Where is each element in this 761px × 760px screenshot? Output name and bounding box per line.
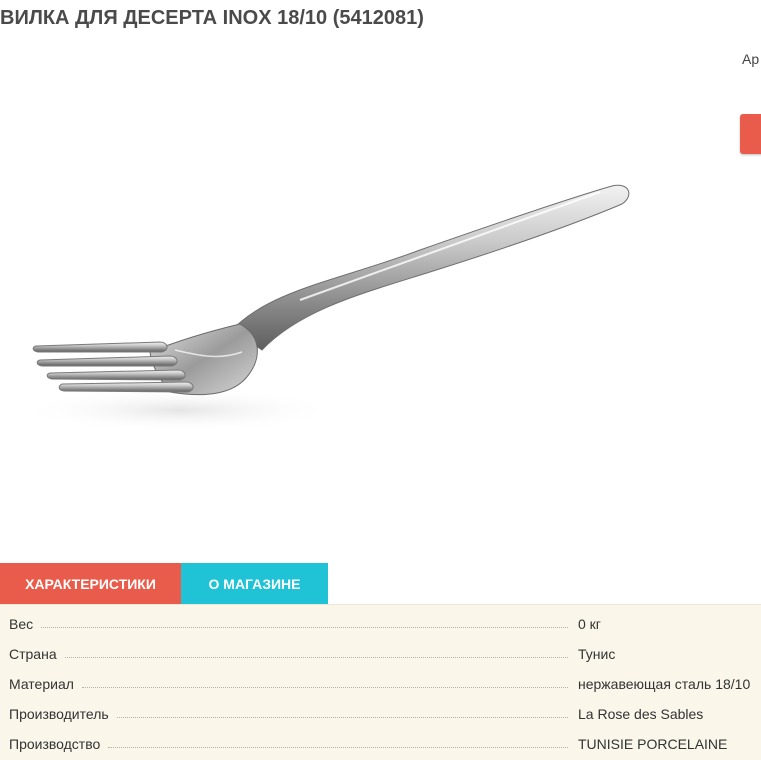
spec-value: TUNISIE PORCELAINE <box>578 736 728 752</box>
spec-label: Страна <box>9 646 57 662</box>
product-image <box>20 184 630 432</box>
dotted-leader <box>41 626 568 628</box>
dotted-leader <box>64 656 568 658</box>
spec-label: Производство <box>9 736 101 752</box>
dotted-leader <box>116 716 568 718</box>
spec-row-country: Страна Тунис <box>0 639 761 669</box>
spec-row-production: Производство TUNISIE PORCELAINE <box>0 729 761 759</box>
dotted-leader <box>108 746 568 748</box>
sku-label: Ар <box>742 51 760 67</box>
spec-row-material: Материал нержавеющая сталь 18/10 <box>0 669 761 699</box>
spec-value: нержавеющая сталь 18/10 <box>578 676 751 692</box>
product-title: ВИЛКА ДЛЯ ДЕСЕРТА INOX 18/10 (5412081) <box>0 7 424 29</box>
spec-row-weight: Вес 0 кг <box>0 609 761 639</box>
tab-about-shop[interactable]: О МАГАЗИНЕ <box>181 563 328 604</box>
spec-row-manufacturer: Производитель La Rose des Sables <box>0 699 761 729</box>
add-to-cart-button[interactable] <box>740 114 761 154</box>
spec-label: Вес <box>9 616 34 632</box>
spec-value: La Rose des Sables <box>578 706 704 722</box>
dotted-leader <box>81 686 568 688</box>
spec-label: Материал <box>9 676 74 692</box>
spec-value: 0 кг <box>578 616 601 632</box>
tab-characteristics[interactable]: ХАРАКТЕРИСТИКИ <box>0 563 181 604</box>
spec-value: Тунис <box>578 646 616 662</box>
specs-table: Вес 0 кг Страна Тунис Материал нержавеющ… <box>0 604 761 760</box>
tab-bar: ХАРАКТЕРИСТИКИ О МАГАЗИНЕ <box>0 563 328 604</box>
spec-label: Производитель <box>9 706 109 722</box>
